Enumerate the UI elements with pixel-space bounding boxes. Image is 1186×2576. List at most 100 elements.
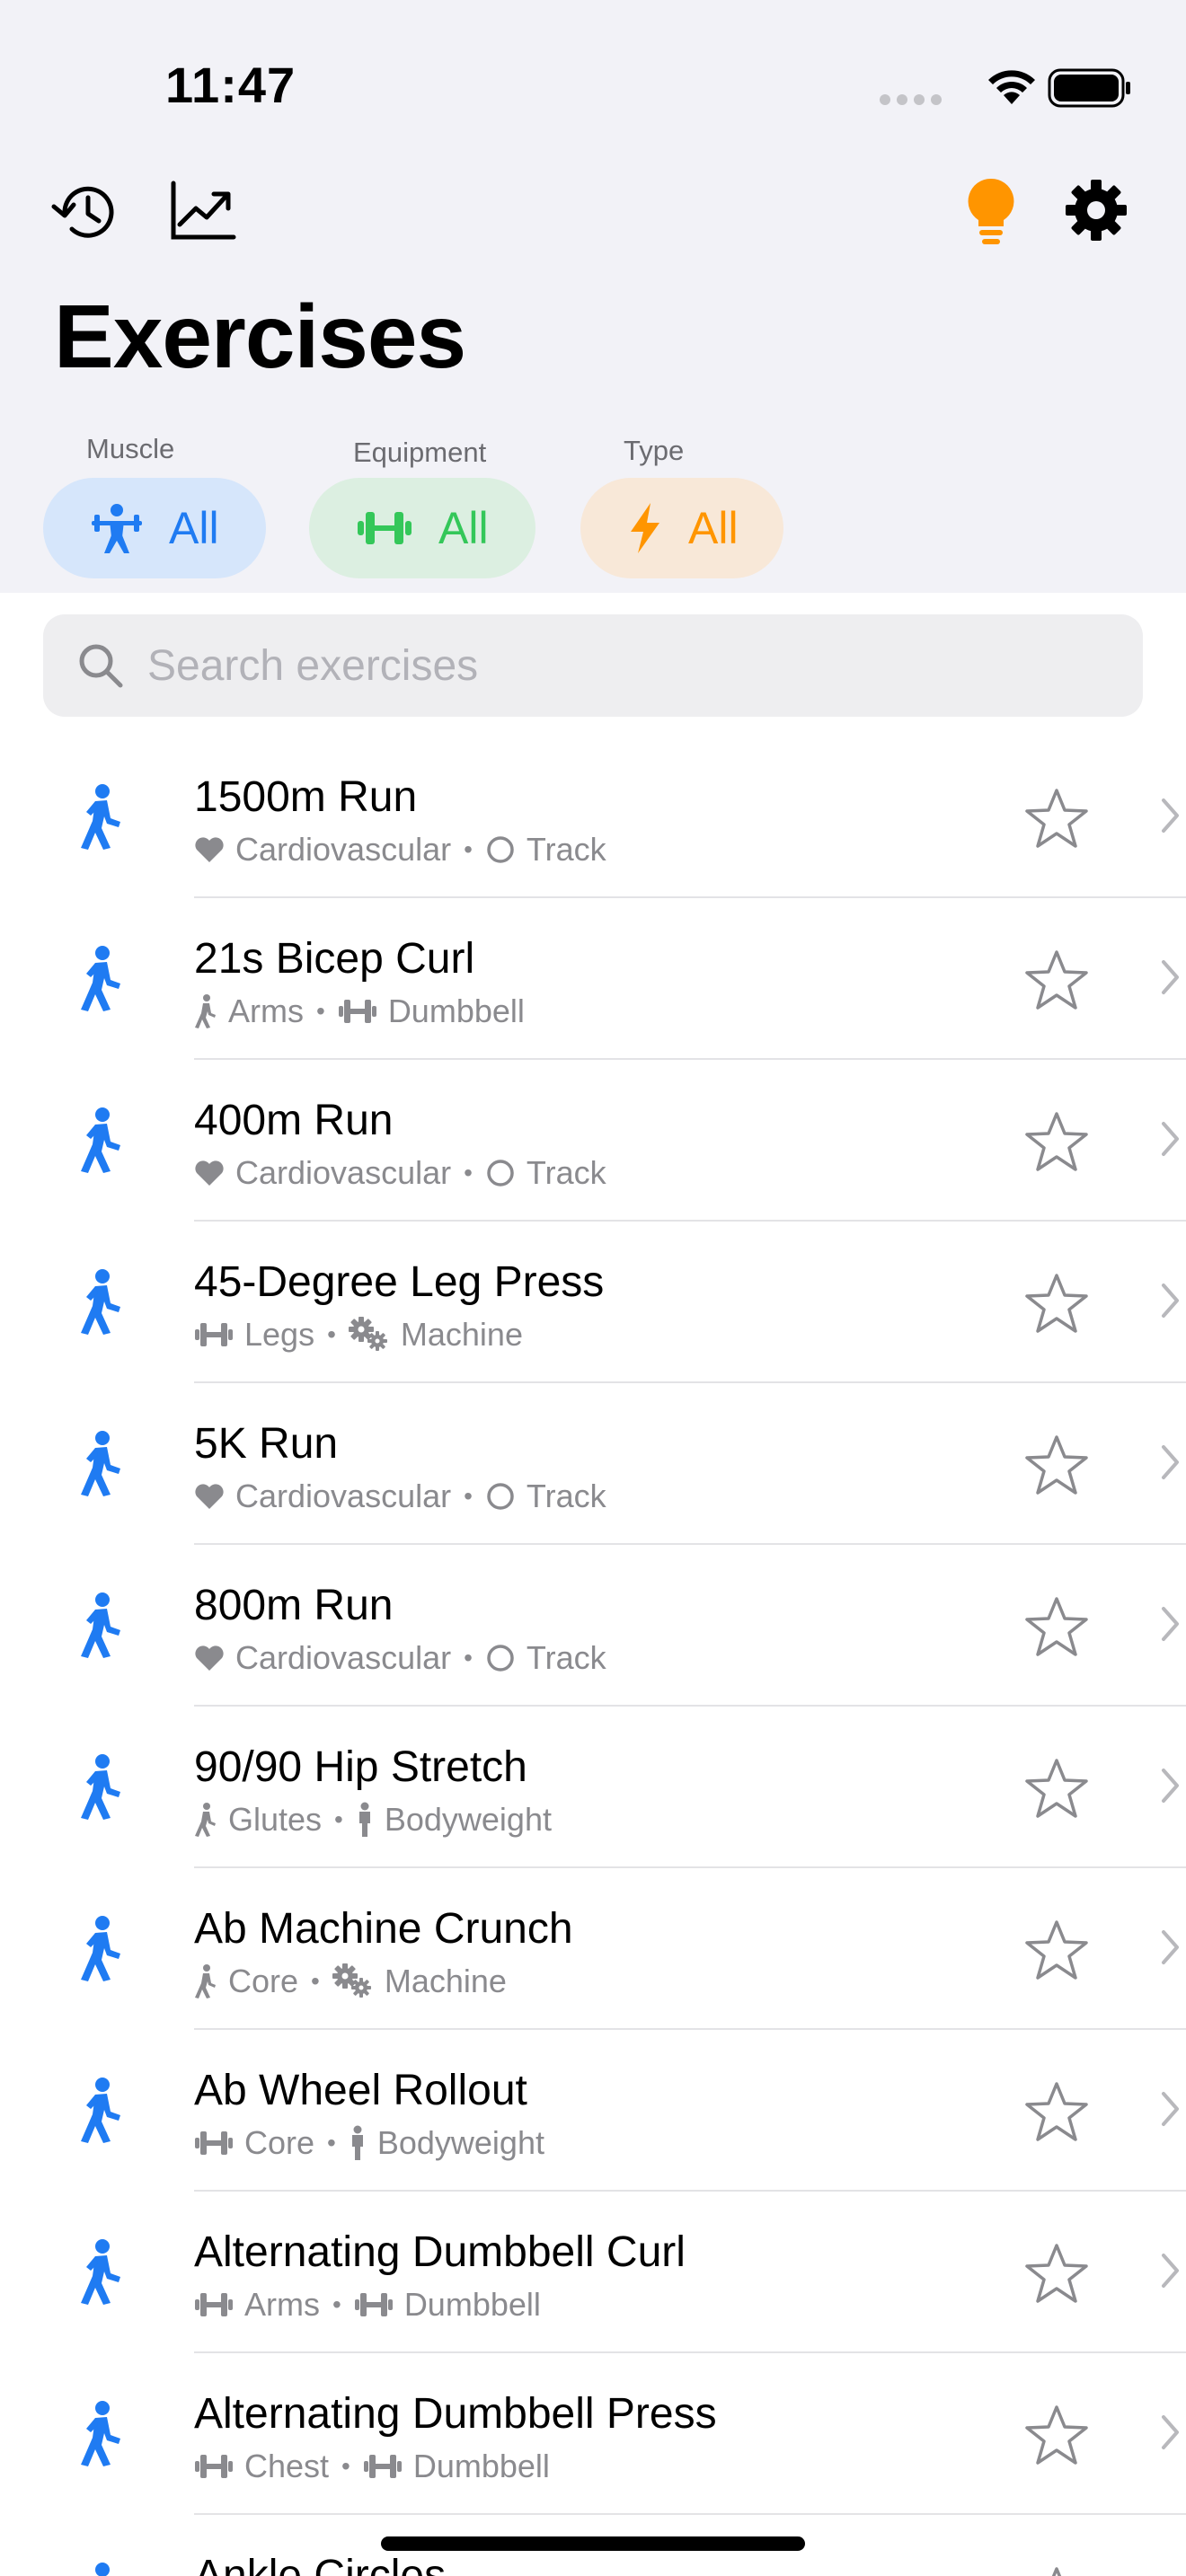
chevron-right-icon (1161, 959, 1181, 1000)
equipment-filter-value: All (438, 503, 489, 553)
exercise-row[interactable]: 5K Run Cardiovascular • Track (0, 1383, 1186, 1545)
exercise-meta: Cardiovascular • Track (194, 1477, 606, 1516)
chevron-right-icon (1161, 1768, 1181, 1808)
home-indicator (381, 2536, 805, 2551)
equipment-label: Dumbbell (412, 2448, 550, 2484)
favorite-star-icon[interactable] (1024, 1757, 1089, 1824)
settings-button[interactable] (1064, 178, 1128, 247)
separator-dot: • (464, 1644, 473, 1672)
exercise-row[interactable]: 400m Run Cardiovascular • Track (0, 1060, 1186, 1222)
dumbbell-icon (194, 2291, 234, 2318)
walking-figure-icon (194, 1963, 217, 1999)
exercise-row[interactable]: Alternating Dumbbell Press Chest • Dumbbell (0, 2353, 1186, 2515)
lightbulb-icon (968, 178, 1014, 244)
chevron-right-icon (1161, 798, 1181, 838)
exercise-row[interactable]: Ab Machine Crunch Core • Machine (0, 1868, 1186, 2030)
heart-icon (194, 1482, 225, 1511)
figure-walk-icon (77, 783, 124, 856)
exercise-meta: Arms • Dumbbell (194, 2285, 541, 2325)
heart-icon (194, 1644, 225, 1672)
favorite-star-icon[interactable] (1024, 948, 1089, 1016)
figure-walk-icon (77, 1430, 124, 1503)
exercise-row[interactable]: Ab Wheel Rollout Core • Bodyweight (0, 2030, 1186, 2192)
favorite-star-icon[interactable] (1024, 787, 1089, 854)
chart-line-uptrend-icon (171, 181, 236, 240)
figure-walk-icon (77, 1268, 124, 1341)
type-filter-value: All (688, 503, 739, 553)
exercise-row[interactable]: 800m Run Cardiovascular • Track (0, 1545, 1186, 1707)
chevron-right-icon (1161, 1283, 1181, 1323)
exercise-meta: Core • Machine (194, 1962, 507, 2001)
favorite-star-icon[interactable] (1024, 1434, 1089, 1501)
chevron-right-icon (1161, 2414, 1181, 2455)
exercise-meta: Legs • Machine (194, 1315, 523, 1354)
circle-icon (485, 1481, 516, 1512)
favorite-star-icon[interactable] (1024, 1272, 1089, 1339)
chevron-right-icon (1161, 1121, 1181, 1161)
exercise-name: Ankle Circles (194, 2552, 447, 2576)
muscle-label: Core (228, 1963, 299, 1999)
history-button[interactable] (50, 178, 122, 251)
exercise-meta: Cardiovascular • Track (194, 1638, 606, 1678)
exercise-meta: Core • Bodyweight (194, 2123, 544, 2163)
favorite-star-icon[interactable] (1024, 1110, 1089, 1178)
figure-walk-icon (77, 1915, 124, 1988)
separator-dot: • (327, 2129, 336, 2157)
chevron-right-icon (1161, 1444, 1181, 1485)
figure-walk-icon (77, 2562, 124, 2576)
equipment-label: Dumbbell (387, 992, 525, 1029)
chevron-right-icon (1161, 1606, 1181, 1646)
exercise-row[interactable]: 45-Degree Leg Press Legs • Machine (0, 1222, 1186, 1383)
dumbbell-icon (358, 512, 412, 544)
favorite-star-icon[interactable] (1024, 1595, 1089, 1663)
separator-dot: • (327, 1320, 336, 1348)
favorite-star-icon[interactable] (1024, 1919, 1089, 1986)
exercise-list: 1500m Run Cardiovascular • Track 21s Bicep C… (0, 737, 1186, 2576)
figure-walk-icon (77, 945, 124, 1018)
figure-walk-icon (77, 2238, 124, 2311)
favorite-star-icon[interactable] (1024, 2565, 1089, 2576)
equipment-filter-button[interactable]: All (309, 478, 535, 578)
exercise-row[interactable]: 90/90 Hip Stretch Glutes • Bodyweight (0, 1707, 1186, 1868)
separator-dot: • (464, 1482, 473, 1510)
dumbbell-icon (354, 2291, 394, 2318)
exercise-row[interactable]: 1500m Run Cardiovascular • Track (0, 737, 1186, 898)
equipment-label: Dumbbell (403, 2286, 541, 2323)
figure-walk-icon (77, 2077, 124, 2149)
muscle-label: Chest (244, 2448, 330, 2484)
filter-label-muscle: Muscle (86, 433, 175, 464)
muscle-label: Core (244, 2124, 315, 2161)
separator-dot: • (341, 2452, 350, 2480)
muscle-label: Cardiovascular (235, 1154, 452, 1191)
page-title: Exercises (54, 287, 466, 387)
muscle-filter-button[interactable]: All (43, 478, 266, 578)
type-filter-button[interactable]: All (580, 478, 783, 578)
stats-button[interactable] (169, 180, 237, 247)
circle-icon (485, 834, 516, 865)
muscle-label: Cardiovascular (235, 1478, 452, 1514)
exercise-name: 45-Degree Leg Press (194, 1258, 605, 1306)
exercise-row[interactable]: Alternating Dumbbell Curl Arms • Dumbbell (0, 2192, 1186, 2353)
exercise-row[interactable]: 21s Bicep Curl Arms • Dumbbell (0, 898, 1186, 1060)
search-input[interactable] (147, 640, 1046, 691)
circle-icon (485, 1158, 516, 1188)
exercise-name: 90/90 Hip Stretch (194, 1743, 527, 1791)
tips-button[interactable] (965, 176, 1017, 252)
exercise-meta: Arms • Dumbbell (194, 992, 525, 1031)
standing-person-icon (349, 2125, 367, 2161)
exercise-meta: Cardiovascular • Track (194, 830, 606, 869)
weightlifter-icon (92, 504, 142, 553)
exercise-name: Alternating Dumbbell Press (194, 2390, 717, 2438)
muscle-label: Arms (244, 2286, 320, 2323)
favorite-star-icon[interactable] (1024, 2404, 1089, 2471)
exercise-meta: Glutes • Bodyweight (194, 1800, 552, 1839)
equipment-label: Machine (400, 1316, 523, 1353)
muscle-label: Legs (244, 1316, 315, 1353)
exercise-meta: Cardiovascular • Track (194, 1153, 606, 1193)
dumbbell-icon (338, 998, 377, 1025)
muscle-label: Cardiovascular (235, 1639, 452, 1676)
favorite-star-icon[interactable] (1024, 2080, 1089, 2148)
search-bar[interactable] (43, 614, 1143, 717)
favorite-star-icon[interactable] (1024, 2242, 1089, 2309)
heart-icon (194, 835, 225, 864)
